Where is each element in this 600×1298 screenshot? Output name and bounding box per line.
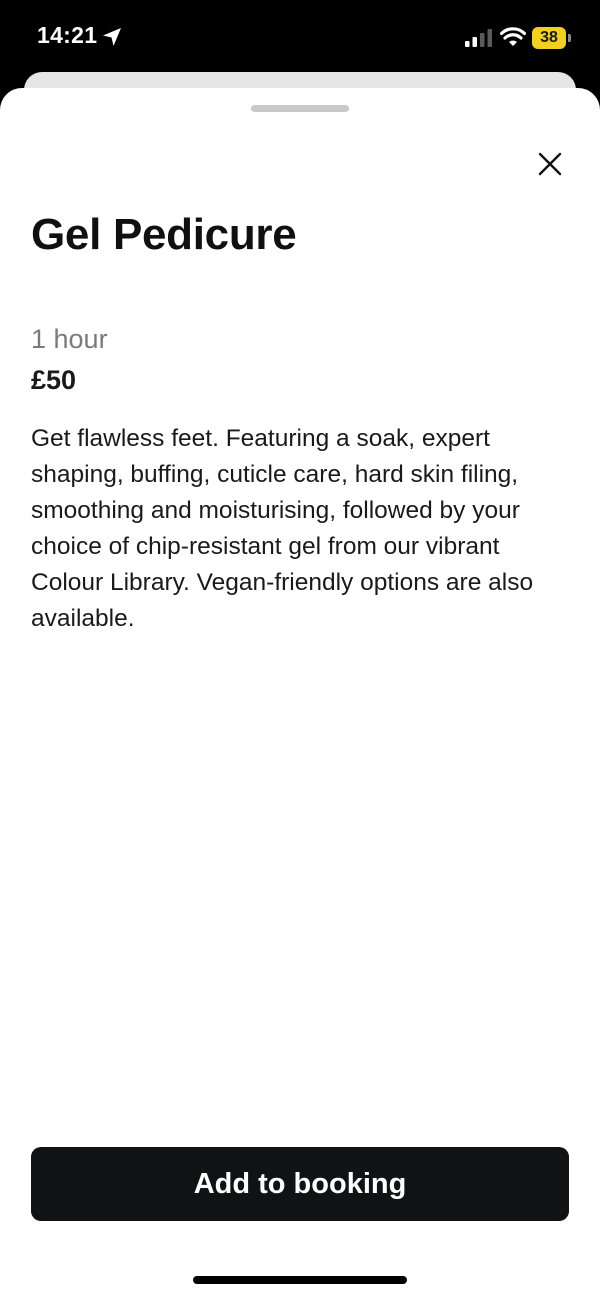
battery-level: 38	[532, 27, 566, 49]
add-to-booking-button[interactable]: Add to booking	[31, 1147, 569, 1221]
close-icon	[538, 152, 562, 176]
service-price: £50	[31, 365, 77, 395]
battery-icon: 38	[532, 27, 572, 49]
cellular-signal-icon	[465, 29, 492, 47]
location-arrow-icon	[103, 28, 121, 46]
status-time: 14:21	[37, 22, 98, 48]
service-duration: 1 hour	[31, 324, 108, 354]
service-title: Gel Pedicure	[31, 210, 297, 259]
wifi-icon	[500, 27, 526, 46]
home-indicator	[193, 1276, 407, 1284]
battery-tip	[568, 34, 571, 42]
status-bar: 14:21 38	[0, 0, 600, 78]
close-button[interactable]	[528, 142, 572, 186]
service-detail-sheet: Gel Pedicure 1 hour £50 Get flawless fee…	[0, 88, 600, 1298]
screen: 14:21 38 Gel Pedicure 1 hour £50 Get fla…	[0, 0, 600, 1298]
service-description: Get flawless feet. Featuring a soak, exp…	[31, 425, 534, 632]
sheet-grabber-handle[interactable]	[251, 105, 349, 112]
